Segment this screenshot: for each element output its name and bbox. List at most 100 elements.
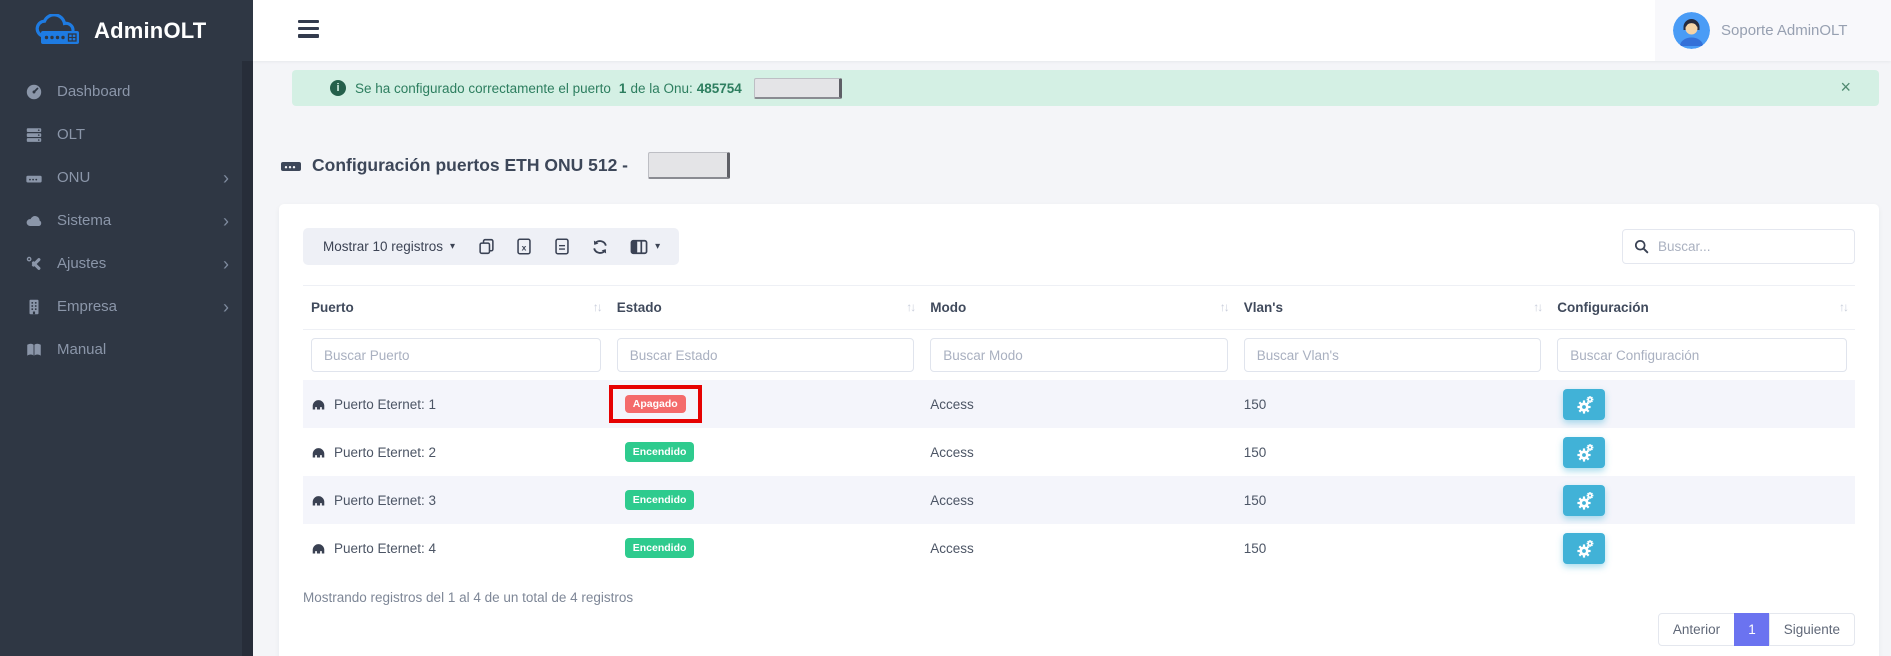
sidebar-item-label: ONU [57, 169, 90, 186]
table-card: Mostrar 10 registros ▾ x [279, 204, 1879, 656]
table-columns-icon [630, 239, 648, 255]
status-badge: Encendido [625, 442, 695, 462]
redacted-onu-name [648, 152, 730, 179]
gears-icon [1573, 538, 1595, 558]
status-badge: Apagado [625, 395, 686, 414]
page-title-text: Configuración puertos ETH ONU 512 - [312, 155, 628, 176]
sidebar-item-empresa[interactable]: Empresa › [0, 285, 253, 328]
table-row: Puerto Eternet: 2 Encendido Access 150 [303, 428, 1855, 476]
sidebar-item-ajustes[interactable]: Ajustes › [0, 242, 253, 285]
status-badge: Encendido [625, 538, 695, 558]
column-label: Vlan's [1244, 300, 1283, 315]
toolbar-button-group: Mostrar 10 registros ▾ x [303, 228, 679, 265]
ethernet-port-icon [311, 494, 326, 507]
copy-button[interactable] [467, 228, 505, 265]
column-header-configuracion[interactable]: Configuración↑↓ [1549, 286, 1855, 330]
gears-icon [1573, 442, 1595, 462]
sidebar-item-label: Ajustes [57, 255, 106, 272]
gears-icon [1573, 394, 1595, 414]
export-file-button[interactable] [543, 228, 581, 265]
app-logo[interactable]: AdminOLT [0, 0, 253, 61]
table-search [1622, 229, 1855, 264]
column-header-vlans[interactable]: Vlan's ↑↓ [1236, 286, 1550, 330]
table-row: Puerto Eternet: 3 Encendido Access 150 [303, 476, 1855, 524]
router-icon [280, 157, 302, 175]
column-label: Estado [617, 300, 662, 315]
column-header-estado[interactable]: Estado ↑↓ [609, 286, 923, 330]
sidebar-nav: Dashboard OLT ONU › Sistema › [0, 70, 253, 371]
column-label: Puerto [311, 300, 354, 315]
alert-close-button[interactable]: × [1840, 78, 1851, 96]
success-alert: i Se ha configurado correctamente el pue… [292, 70, 1879, 106]
refresh-button[interactable] [581, 228, 619, 265]
export-excel-button[interactable]: x [505, 228, 543, 265]
ethernet-port-icon [311, 398, 326, 411]
column-label: Modo [930, 300, 966, 315]
table-row: Puerto Eternet: 4 Encendido Access 150 [303, 524, 1855, 572]
pagination-next-button[interactable]: Siguiente [1769, 613, 1855, 646]
port-label: Puerto Eternet: 3 [334, 493, 436, 508]
vlan-value: 150 [1244, 493, 1267, 508]
pagination-previous-button[interactable]: Anterior [1658, 613, 1735, 646]
column-visibility-button[interactable]: ▾ [619, 228, 671, 265]
router-icon [25, 169, 43, 187]
search-input[interactable] [1658, 239, 1843, 254]
port-label: Puerto Eternet: 4 [334, 541, 436, 556]
filter-puerto-input[interactable] [311, 338, 601, 372]
filter-configuracion-input[interactable] [1557, 338, 1847, 372]
gauge-icon [25, 83, 43, 101]
column-header-puerto[interactable]: Puerto ↑↓ [303, 286, 609, 330]
excel-file-icon: x [516, 238, 532, 255]
sidebar-item-onu[interactable]: ONU › [0, 156, 253, 199]
filter-estado-input[interactable] [617, 338, 915, 372]
sidebar-item-manual[interactable]: Manual [0, 328, 253, 371]
sort-icon: ↑↓ [1533, 300, 1541, 314]
configure-port-button[interactable] [1563, 485, 1605, 516]
chevron-right-icon: › [223, 255, 229, 273]
table-header-row: Puerto↑↓ Estado↑↓ Modo↑↓ Vlan's↑↓ Config… [303, 286, 1855, 330]
sort-icon: ↑↓ [593, 300, 601, 314]
info-icon: i [330, 80, 346, 96]
page-length-label: Mostrar 10 registros [323, 239, 443, 254]
filter-modo-input[interactable] [930, 338, 1228, 372]
sidebar-item-label: Manual [57, 341, 106, 358]
sort-icon: ↑↓ [1839, 300, 1847, 314]
sidebar-item-label: Sistema [57, 212, 111, 229]
configure-port-button[interactable] [1563, 533, 1605, 564]
vlan-value: 150 [1244, 397, 1267, 412]
sort-icon: ↑↓ [906, 300, 914, 314]
pagination-page-1[interactable]: 1 [1734, 613, 1770, 646]
column-header-modo[interactable]: Modo↑↓ [922, 286, 1236, 330]
configure-port-button[interactable] [1563, 437, 1605, 468]
chevron-right-icon: › [223, 298, 229, 316]
search-icon [1634, 239, 1649, 254]
caret-down-icon: ▾ [655, 241, 660, 252]
sidebar-item-label: Empresa [57, 298, 117, 315]
ports-table: Puerto↑↓ Estado↑↓ Modo↑↓ Vlan's↑↓ Config… [303, 285, 1855, 572]
avatar [1673, 12, 1710, 49]
vlan-value: 150 [1244, 445, 1267, 460]
logo-text: AdminOLT [94, 18, 206, 44]
page-title: Configuración puertos ETH ONU 512 - [280, 152, 1891, 179]
sidebar-item-sistema[interactable]: Sistema › [0, 199, 253, 242]
redacted-onu-name [754, 78, 842, 99]
menu-toggle-button[interactable] [298, 20, 320, 40]
table-filter-row [303, 330, 1855, 381]
caret-down-icon: ▾ [450, 241, 455, 252]
main-content: i Se ha configurado correctamente el pue… [253, 61, 1891, 656]
table-toolbar: Mostrar 10 registros ▾ x [303, 228, 1855, 265]
user-menu[interactable]: Soporte AdminOLT [1655, 0, 1891, 61]
tools-icon [25, 255, 43, 273]
page-length-dropdown[interactable]: Mostrar 10 registros ▾ [311, 239, 467, 254]
file-lines-icon [554, 238, 570, 255]
mode-value: Access [930, 541, 974, 556]
sidebar-item-olt[interactable]: OLT [0, 113, 253, 156]
alert-onu-id: 485754 [697, 81, 742, 96]
filter-vlans-input[interactable] [1244, 338, 1542, 372]
table-row: Puerto Eternet: 1 Apagado Access 150 [303, 380, 1855, 428]
configure-port-button[interactable] [1563, 389, 1605, 420]
sidebar-item-label: Dashboard [57, 83, 130, 100]
sidebar-item-dashboard[interactable]: Dashboard [0, 70, 253, 113]
ethernet-port-icon [311, 542, 326, 555]
alert-text: Se ha configurado correctamente el puert… [355, 81, 611, 96]
